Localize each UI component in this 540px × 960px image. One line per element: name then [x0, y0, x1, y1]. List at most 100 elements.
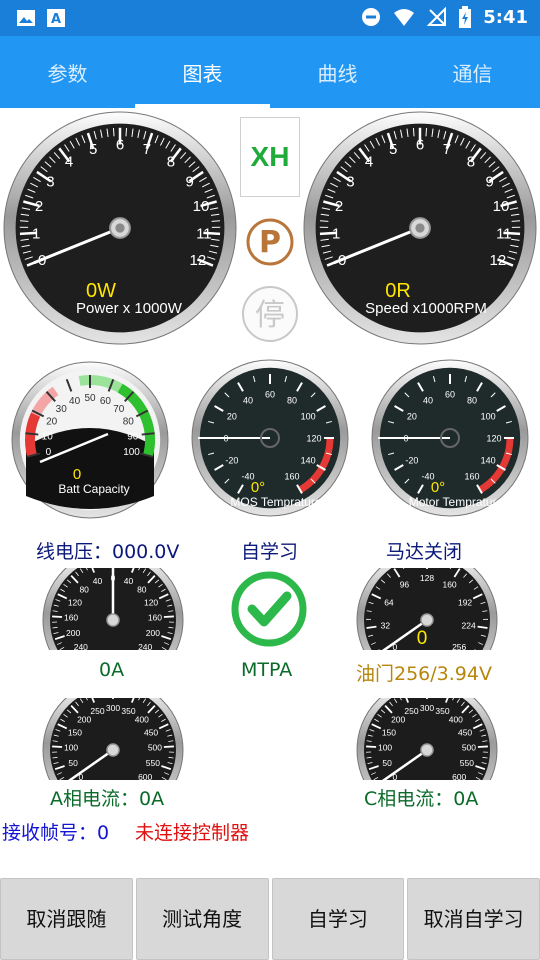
no-signal-icon — [427, 7, 447, 26]
stop-button[interactable]: 停 — [240, 284, 300, 344]
minor-tick — [425, 127, 428, 137]
line-voltage-label: 线电压：000.0V — [36, 541, 180, 563]
major-tick — [141, 432, 155, 436]
major-tick — [52, 745, 63, 748]
parking-symbol: P — [259, 225, 281, 260]
tick-label: 80 — [137, 584, 147, 594]
tick-label: 50 — [382, 758, 392, 768]
tick-label: 10 — [493, 198, 510, 215]
minor-tick — [125, 127, 128, 137]
needle-hub — [420, 613, 434, 627]
tick-label: 80 — [79, 584, 89, 594]
tick-label: 11 — [196, 225, 212, 242]
needle-hub — [106, 613, 120, 627]
tick-label: 7 — [443, 141, 451, 158]
svg-text:A: A — [51, 12, 61, 27]
tick-label: 2 — [35, 198, 43, 215]
minor-tick — [320, 220, 329, 222]
tick-label: 4 — [65, 154, 73, 171]
tick-label: 160 — [148, 613, 162, 623]
tick-label: 6 — [416, 136, 424, 153]
gauge-caption: Speed x1000RPM — [365, 300, 487, 317]
tick-label: 64 — [384, 597, 394, 607]
tick-label: 450 — [144, 727, 158, 737]
tab-curves[interactable]: 曲线 — [270, 36, 405, 108]
tick-label: 550 — [460, 758, 474, 768]
mos-temp-gauge: -40-200204060801001201401600°MOS Temprat… — [190, 358, 350, 520]
gauge-caption: Motor Temprature — [409, 495, 504, 509]
tick-label: 40 — [423, 395, 433, 405]
cancel-follow-button[interactable]: 取消跟随 — [0, 878, 133, 960]
major-tick — [163, 615, 174, 618]
tick-label: 1 — [332, 225, 340, 242]
cancel-self-learn-button[interactable]: 取消自学习 — [407, 878, 540, 960]
tick-label: 40 — [243, 395, 253, 405]
tick-label: 100 — [123, 447, 140, 458]
tick-label: 150 — [68, 727, 82, 737]
tick-label: 240 — [138, 642, 152, 650]
tick-label: 96 — [400, 580, 410, 590]
tick-label: 8 — [167, 154, 175, 171]
dnd-icon — [362, 8, 381, 26]
tick-label: 8 — [467, 154, 475, 171]
tick-label: 200 — [391, 714, 405, 724]
tick-label: 40 — [93, 576, 103, 586]
throttle-label: 油门256/3.94V — [356, 663, 492, 685]
phase-c-current: C相电流：0A — [364, 788, 479, 810]
minor-tick — [412, 127, 415, 137]
minor-tick — [511, 220, 520, 222]
tick-label: 9 — [485, 173, 493, 190]
tick-label: 60 — [445, 390, 455, 400]
parking-button[interactable]: P — [244, 216, 296, 268]
tick-label: 120 — [486, 434, 501, 444]
tick-label: 20 — [227, 412, 237, 422]
tick-label: 3 — [46, 173, 54, 190]
tick-label: 600 — [138, 772, 152, 780]
tick-label: 20 — [407, 412, 417, 422]
gauge-caption: MOS Temprature — [230, 495, 321, 509]
tick-label: 120 — [68, 597, 82, 607]
tick-label: 120 — [144, 597, 158, 607]
major-tick — [25, 432, 39, 436]
self-learn-button[interactable]: 自学习 — [271, 878, 405, 960]
tick-label: 80 — [123, 416, 135, 427]
tick-label: 550 — [146, 758, 160, 768]
tab-charts[interactable]: 图表 — [135, 36, 270, 108]
tick-label: 200 — [77, 714, 91, 724]
tick-label: 10 — [193, 198, 210, 215]
wifi-icon — [394, 9, 415, 26]
motor-status: 马达关闭 — [386, 541, 463, 563]
tick-label: 140 — [481, 456, 496, 466]
tick-label: 12 — [190, 252, 207, 269]
tick-label: 100 — [378, 743, 392, 753]
tick-label: 80 — [467, 395, 477, 405]
tick-label: 600 — [452, 772, 466, 780]
tick-label: 50 — [84, 393, 96, 404]
tick-label: -20 — [405, 456, 418, 466]
gauge-value: 0 — [73, 466, 81, 483]
mtpa-check-icon — [226, 569, 312, 649]
clock: 5:41 — [483, 6, 528, 28]
gauge-value: 0° — [431, 479, 445, 496]
major-tick — [366, 745, 377, 748]
current-gauge: 240200160120804004080120160200240 — [42, 568, 184, 650]
phase-a-current: A相电流：0A — [50, 788, 165, 810]
status-bar: A 5:41 — [0, 0, 540, 36]
mtpa-label: MTPA — [241, 659, 293, 681]
tab-bar: 参数 图表 曲线 通信 — [0, 36, 540, 108]
minor-tick — [211, 220, 220, 222]
gauge-value: 0R — [385, 280, 411, 302]
tick-label: 250 — [404, 706, 418, 716]
current-value: 0A — [99, 659, 125, 681]
needle-hub-center — [415, 223, 425, 233]
test-angle-button[interactable]: 测试角度 — [135, 878, 269, 960]
tick-label: 6 — [116, 136, 124, 153]
tick-label: 4 — [365, 154, 373, 171]
major-tick — [52, 615, 63, 618]
tab-params[interactable]: 参数 — [0, 36, 135, 108]
tick-label: 300 — [106, 703, 120, 713]
tick-label: 200 — [146, 628, 160, 638]
xh-box[interactable]: XH — [240, 117, 300, 197]
tab-comms[interactable]: 通信 — [405, 36, 540, 108]
tick-label: 7 — [143, 141, 151, 158]
